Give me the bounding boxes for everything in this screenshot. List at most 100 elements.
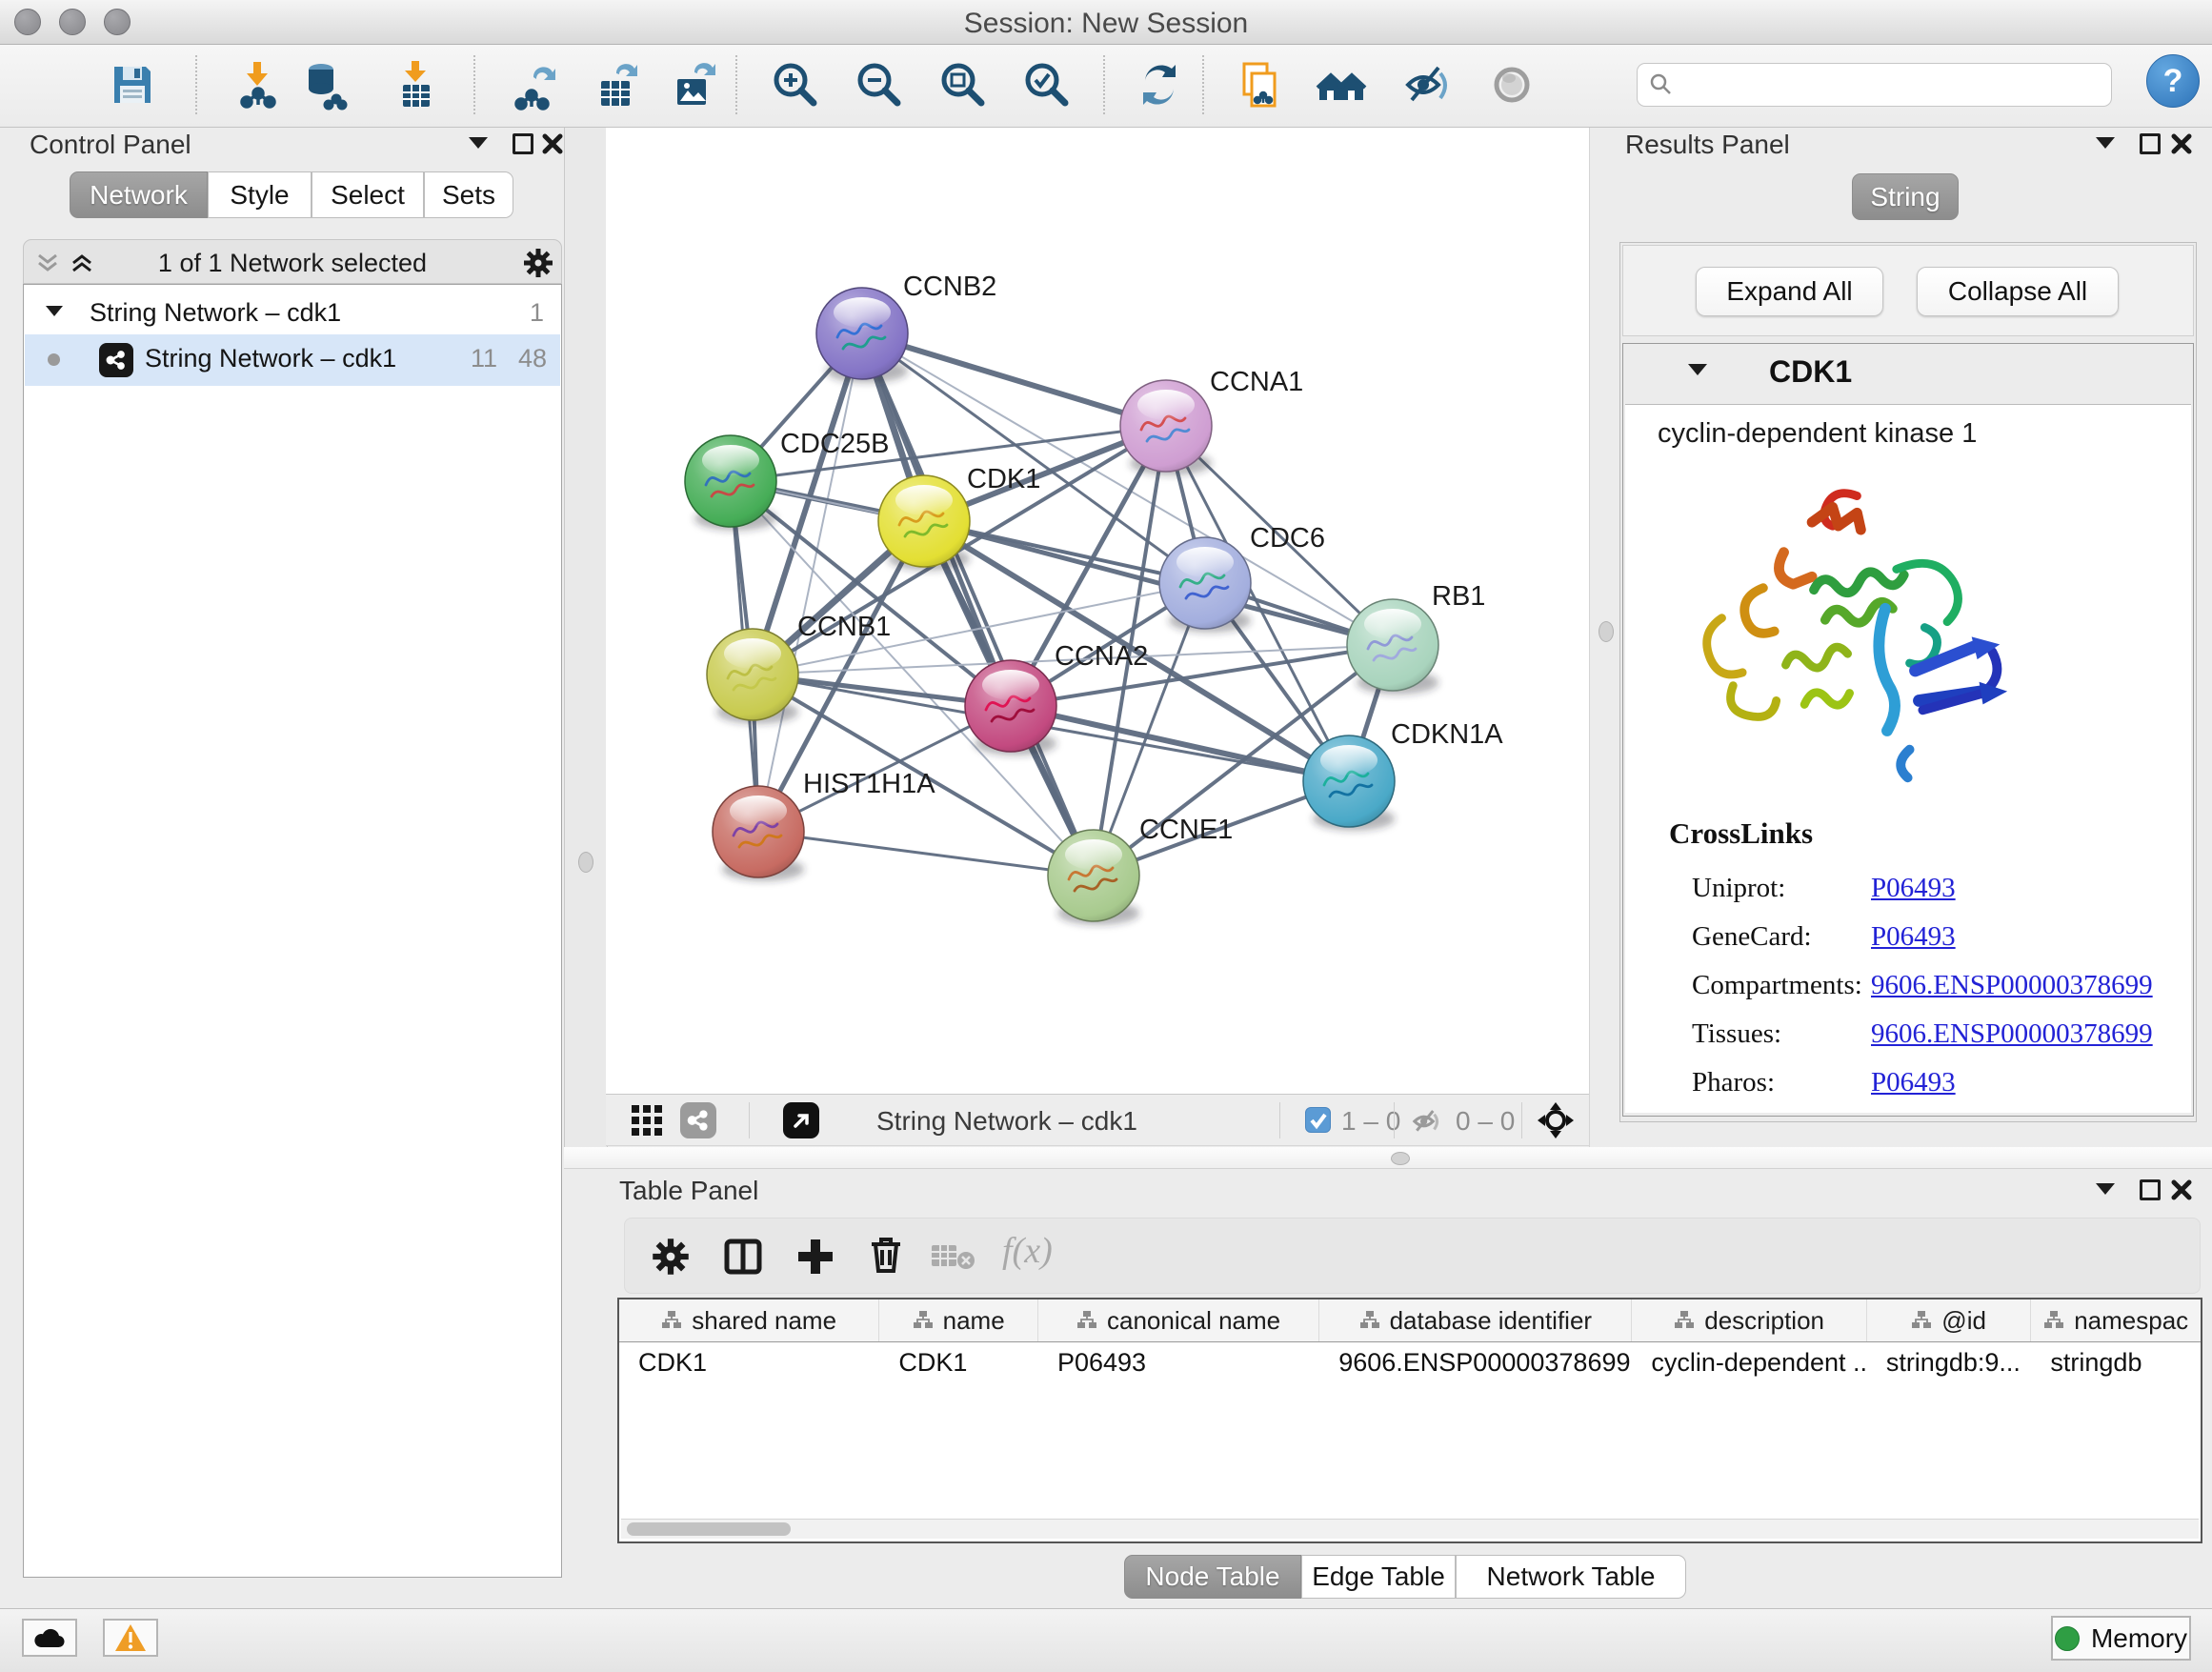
zoom-out-button[interactable]: [852, 58, 905, 111]
splitter-handle[interactable]: [1391, 1152, 1410, 1165]
entry-name: CDK1: [1769, 354, 1852, 390]
left-splitter[interactable]: [564, 128, 608, 1147]
results-panel-menu-icon[interactable]: [2096, 137, 2115, 149]
network-edge-CCNB2-CCNA1[interactable]: [862, 333, 1166, 426]
hide-selected-button[interactable]: [1400, 58, 1454, 111]
cell-shared-name[interactable]: CDK1: [619, 1342, 879, 1382]
birdseye-crosshair-icon[interactable]: [1538, 1102, 1574, 1138]
export-image-button[interactable]: [666, 58, 719, 111]
tab-sets[interactable]: Sets: [424, 171, 513, 218]
clone-network-button[interactable]: [1233, 58, 1286, 111]
memory-button[interactable]: Memory: [2051, 1616, 2191, 1661]
show-all-button[interactable]: [1315, 58, 1368, 111]
zoom-fit-button[interactable]: [935, 58, 989, 111]
tab-select[interactable]: Select: [312, 171, 424, 218]
scrollbar-thumb[interactable]: [627, 1522, 791, 1536]
open-session-button[interactable]: [28, 58, 81, 111]
network-graph[interactable]: CCNB2CCNA1CDC25BCDK1CDC6RB1CCNB1CCNA2CDK…: [606, 128, 1589, 1094]
save-session-button[interactable]: [106, 58, 159, 111]
column-header[interactable]: database identifier: [1319, 1299, 1632, 1341]
cell-canonical-name[interactable]: P06493: [1038, 1342, 1319, 1382]
crosslink-label: Pharos:: [1692, 1067, 1775, 1098]
network-node-label: CCNE1: [1139, 815, 1233, 845]
tab-style[interactable]: Style: [208, 171, 312, 218]
import-network-from-file-button[interactable]: [231, 58, 284, 111]
genecard-link[interactable]: P06493: [1871, 921, 1956, 952]
export-network-button[interactable]: [509, 58, 562, 111]
selection-status: 1 of 1 Network selected: [24, 249, 561, 278]
selected-checkbox[interactable]: [1305, 1107, 1331, 1133]
control-panel-close-button[interactable]: [541, 132, 564, 155]
cell-name[interactable]: CDK1: [879, 1342, 1038, 1382]
delete-column-icon[interactable]: [865, 1234, 907, 1276]
compartments-link[interactable]: 9606.ENSP00000378699: [1871, 970, 2153, 1000]
toolbar-separator: [1202, 55, 1204, 114]
selected-counts: 1 – 0: [1341, 1106, 1400, 1137]
zoom-selected-button[interactable]: [1019, 58, 1073, 111]
table-panel-menu-icon[interactable]: [2096, 1183, 2115, 1195]
splitter-handle[interactable]: [1599, 621, 1614, 642]
show-columns-icon[interactable]: [722, 1236, 764, 1278]
column-header[interactable]: namespac: [2031, 1299, 2201, 1341]
results-panel-float-button[interactable]: [2140, 133, 2161, 154]
cloud-button[interactable]: [22, 1619, 77, 1657]
column-header[interactable]: @id: [1867, 1299, 2032, 1341]
show-hidden-button[interactable]: [1485, 58, 1538, 111]
tab-network[interactable]: Network: [70, 171, 208, 218]
column-header[interactable]: name: [879, 1299, 1038, 1341]
toolbar-separator: [735, 55, 737, 114]
add-column-icon[interactable]: [794, 1236, 836, 1278]
cell-description[interactable]: cyclin-dependent ...: [1632, 1342, 1866, 1382]
column-header[interactable]: canonical name: [1038, 1299, 1319, 1341]
right-splitter[interactable]: [1589, 128, 1620, 1147]
cell-id[interactable]: stringdb:9...: [1867, 1342, 2032, 1382]
table-toolbar: f(x): [624, 1218, 2201, 1294]
network-node-label: CCNA1: [1210, 367, 1303, 397]
hierarchy-icon: [1076, 1310, 1097, 1331]
uniprot-link[interactable]: P06493: [1871, 873, 1956, 903]
collection-expander-icon[interactable]: [46, 306, 63, 316]
table-panel-close-button[interactable]: [2170, 1178, 2193, 1201]
tab-edge-table[interactable]: Edge Table: [1301, 1555, 1456, 1599]
tab-network-table[interactable]: Network Table: [1456, 1555, 1686, 1599]
control-panel-menu-icon[interactable]: [469, 137, 488, 149]
import-network-from-database-button[interactable]: [297, 58, 351, 111]
open-in-window-button[interactable]: [783, 1102, 819, 1138]
network-edge-count: 48: [518, 344, 547, 373]
table-row[interactable]: CDK1 CDK1 P06493 9606.ENSP00000378699 cy…: [619, 1342, 2201, 1382]
tab-string[interactable]: String: [1852, 173, 1959, 220]
network-collection-row[interactable]: String Network – cdk1 1: [25, 292, 560, 334]
network-edge-HIST1H1A-CCNE1[interactable]: [758, 832, 1094, 876]
entry-expander-icon[interactable]: [1688, 364, 1707, 375]
control-panel-float-button[interactable]: [513, 133, 533, 154]
table-panel-float-button[interactable]: [2140, 1179, 2161, 1200]
import-table-from-file-button[interactable]: [389, 58, 442, 111]
control-panel-title: Control Panel: [30, 130, 191, 160]
column-header[interactable]: shared name: [619, 1299, 879, 1341]
pharos-link[interactable]: P06493: [1871, 1067, 1956, 1098]
warnings-button[interactable]: [103, 1619, 158, 1657]
search-input[interactable]: [1681, 68, 2104, 102]
cell-database-identifier[interactable]: 9606.ENSP00000378699: [1319, 1342, 1632, 1382]
results-panel-close-button[interactable]: [2170, 132, 2193, 155]
cell-namespace[interactable]: stringdb: [2031, 1342, 2201, 1382]
table-horizontal-scrollbar[interactable]: [621, 1519, 2199, 1539]
network-edge-CCNB2-HIST1H1A[interactable]: [758, 333, 862, 832]
collapse-all-button[interactable]: Collapse All: [1917, 267, 2119, 316]
splitter-handle[interactable]: [578, 852, 593, 873]
tissues-link[interactable]: 9606.ENSP00000378699: [1871, 1018, 2153, 1049]
horizontal-splitter[interactable]: [564, 1147, 2212, 1169]
hidden-eye-icon: [1410, 1105, 1442, 1138]
help-button[interactable]: ?: [2146, 54, 2200, 108]
gear-icon[interactable]: [523, 248, 553, 278]
grid-view-icon[interactable]: [631, 1104, 663, 1137]
zoom-in-button[interactable]: [768, 58, 821, 111]
table-gear-icon[interactable]: [652, 1238, 690, 1276]
expand-all-button[interactable]: Expand All: [1696, 267, 1883, 316]
network-row-selected[interactable]: String Network – cdk1 11 48: [25, 334, 560, 386]
column-header[interactable]: description: [1632, 1299, 1866, 1341]
network-canvas[interactable]: CCNB2CCNA1CDC25BCDK1CDC6RB1CCNB1CCNA2CDK…: [606, 128, 1589, 1094]
apply-layout-button[interactable]: [1133, 58, 1186, 111]
tab-node-table[interactable]: Node Table: [1124, 1555, 1301, 1599]
export-table-button[interactable]: [590, 58, 643, 111]
